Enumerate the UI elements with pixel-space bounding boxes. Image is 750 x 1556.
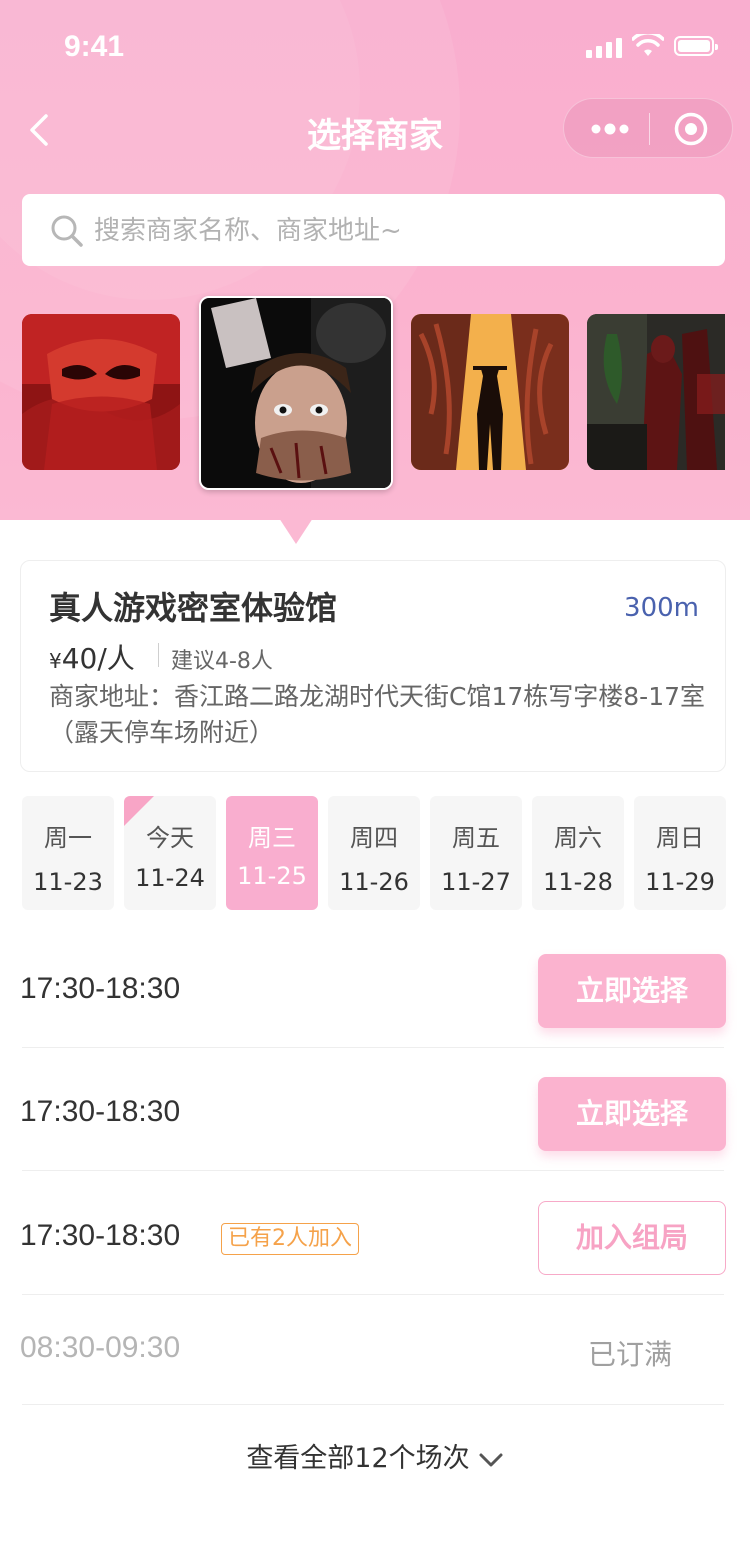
date-tab-wed-selected[interactable]: 周三 11-25 bbox=[226, 796, 318, 910]
date-value: 11-24 bbox=[135, 864, 205, 892]
signal-icon bbox=[586, 36, 626, 58]
date-value: 11-26 bbox=[339, 868, 409, 896]
slot-time: 17:30-18:30 bbox=[20, 1095, 181, 1128]
date-selector: 周一 11-23 今天 11-24 周三 11-25 周四 11-26 周五 1… bbox=[22, 796, 726, 910]
merchant-thumb-red-mask[interactable] bbox=[22, 314, 180, 470]
merchant-price: ¥40/人 bbox=[49, 637, 135, 677]
chevron-down-icon bbox=[479, 1453, 503, 1466]
close-miniprogram-icon[interactable] bbox=[674, 112, 708, 146]
date-value: 11-25 bbox=[237, 862, 307, 890]
date-weekday: 周三 bbox=[248, 824, 296, 852]
price-value: 40 bbox=[61, 642, 98, 675]
merchant-distance: 300m bbox=[624, 593, 699, 623]
time-slot-row: 17:30-18:30 立即选择 bbox=[0, 926, 750, 1048]
battery-icon bbox=[674, 36, 718, 56]
merchant-thumb-horror-selected[interactable] bbox=[199, 296, 393, 490]
date-weekday: 周四 bbox=[350, 824, 398, 852]
miniprogram-capsule bbox=[563, 98, 733, 158]
date-value: 11-27 bbox=[441, 868, 511, 896]
time-slot-row: 17:30-18:30 立即选择 bbox=[0, 1048, 750, 1171]
merchant-address: 商家地址：香江路二路龙湖时代天街C馆17栋写字楼8-17室（露天停车场附近） bbox=[49, 682, 706, 747]
select-now-button[interactable]: 立即选择 bbox=[538, 954, 726, 1028]
capsule-divider bbox=[649, 113, 650, 145]
date-tab-sun[interactable]: 周日 11-29 bbox=[634, 796, 726, 910]
date-value: 11-28 bbox=[543, 868, 613, 896]
more-icon[interactable] bbox=[590, 109, 630, 149]
date-tab-fri[interactable]: 周五 11-27 bbox=[430, 796, 522, 910]
price-unit: /人 bbox=[97, 642, 135, 675]
slot-time: 17:30-18:30 bbox=[20, 972, 181, 1005]
date-weekday: 周一 bbox=[44, 824, 92, 852]
slot-time: 08:30-09:30 bbox=[20, 1331, 181, 1364]
status-time: 9:41 bbox=[64, 30, 125, 63]
joined-count-badge: 已有2人加入 bbox=[221, 1223, 359, 1255]
merchant-carousel bbox=[0, 296, 750, 492]
search-input[interactable] bbox=[92, 194, 696, 268]
slot-time: 17:30-18:30 bbox=[20, 1219, 181, 1252]
search-bar bbox=[22, 194, 725, 268]
view-all-label: 查看全部12个场次 bbox=[246, 1443, 470, 1474]
selection-pointer bbox=[279, 518, 313, 544]
player-suggestion: 建议4-8人 bbox=[171, 649, 273, 674]
fully-booked-label: 已订满 bbox=[588, 1338, 673, 1371]
date-tab-mon[interactable]: 周一 11-23 bbox=[22, 796, 114, 910]
join-group-button[interactable]: 加入组局 bbox=[538, 1201, 726, 1275]
view-all-sessions-link[interactable]: 查看全部12个场次 bbox=[0, 1436, 750, 1475]
date-weekday: 周五 bbox=[452, 824, 500, 852]
date-weekday: 今天 bbox=[146, 824, 194, 852]
merchant-thumb-cowboy[interactable] bbox=[411, 314, 569, 470]
date-weekday: 周六 bbox=[554, 824, 602, 852]
time-slot-row: 17:30-18:30 已有2人加入 加入组局 bbox=[0, 1171, 750, 1295]
date-value: 11-29 bbox=[645, 868, 715, 896]
wifi-icon bbox=[632, 34, 664, 56]
row-divider bbox=[22, 1404, 724, 1405]
select-now-button[interactable]: 立即选择 bbox=[538, 1077, 726, 1151]
time-slot-row: 08:30-09:30 已订满 bbox=[0, 1295, 750, 1405]
merchant-info-card[interactable]: 真人游戏密室体验馆 300m ¥40/人 建议4-8人 商家地址：香江路二路龙湖… bbox=[20, 560, 726, 772]
status-bar: 9:41 bbox=[0, 0, 750, 96]
date-tab-today[interactable]: 今天 11-24 bbox=[124, 796, 216, 910]
merchant-name: 真人游戏密室体验馆 bbox=[49, 589, 338, 627]
hero-header: 9:41 选择商家 bbox=[0, 0, 750, 520]
search-icon bbox=[51, 215, 83, 247]
nav-bar: 选择商家 bbox=[0, 96, 750, 160]
date-weekday: 周日 bbox=[656, 824, 704, 852]
merchant-thumb-dark-figures[interactable] bbox=[587, 314, 725, 470]
price-divider bbox=[158, 643, 159, 667]
date-value: 11-23 bbox=[33, 868, 103, 896]
date-tab-thu[interactable]: 周四 11-26 bbox=[328, 796, 420, 910]
date-tab-sat[interactable]: 周六 11-28 bbox=[532, 796, 624, 910]
price-currency: ¥ bbox=[49, 649, 62, 673]
